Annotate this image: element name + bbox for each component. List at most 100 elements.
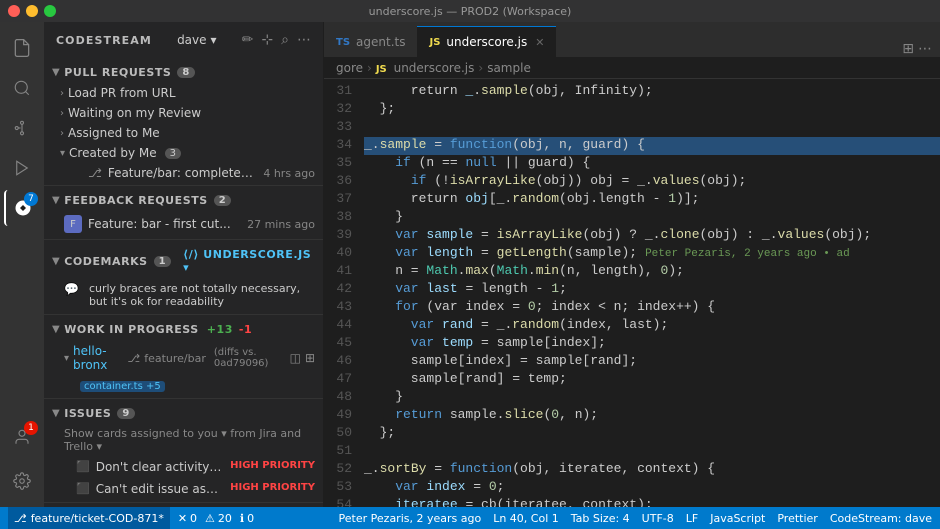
pull-requests-section[interactable]: ▼ PULL REQUESTS 8 — [44, 62, 323, 83]
line-number: 36 — [324, 173, 364, 191]
code-line: 49 return sample.slice(0, n); — [324, 407, 940, 425]
feedback-section[interactable]: ▼ FEEDBACK REQUESTS 2 — [44, 190, 323, 211]
pr-feature-time: 4 hrs ago — [263, 167, 315, 180]
code-line: 31 return _.sample(obj, Infinity); — [324, 83, 940, 101]
user-selector[interactable]: dave ▾ — [177, 33, 217, 47]
wip-action2[interactable]: ⊞ — [305, 351, 315, 365]
language-status[interactable]: JavaScript — [710, 512, 765, 525]
wip-section[interactable]: ▼ WORK IN PROGRESS +13 -1 — [44, 319, 323, 340]
issue-priority-2: HIGH PRIORITY — [230, 482, 315, 493]
issue-item-2[interactable]: ⬛ Can't edit issue assignees... HIGH PRI… — [44, 478, 323, 500]
code-line: 51 — [324, 443, 940, 461]
feedback-item-1[interactable]: F Feature: bar - first cut... 27 mins ag… — [44, 211, 323, 237]
codemarks-section[interactable]: ▼ CODEMARKS 1 ⟨/⟩ underscore.js ▾ — [44, 244, 323, 278]
search-icon[interactable] — [4, 70, 40, 106]
line-content: }; — [364, 101, 940, 119]
git-icon[interactable] — [4, 110, 40, 146]
git-branch-status[interactable]: ⎇ feature/ticket-COD-871* — [8, 507, 170, 529]
load-pr-label: Load PR from URL — [68, 86, 176, 100]
run-icon[interactable] — [4, 150, 40, 186]
branch-icon: ⎇ — [14, 512, 27, 525]
tab-agent-ts[interactable]: TS agent.ts — [324, 26, 417, 57]
wip-action1[interactable]: ◫ — [290, 351, 301, 365]
info-count: 0 — [247, 512, 254, 525]
feedback-time: 27 mins ago — [247, 218, 315, 231]
breadcrumb: gore › JS underscore.js › sample — [324, 57, 940, 79]
divider5 — [44, 502, 323, 503]
maximize-button[interactable] — [44, 5, 56, 17]
info-status[interactable]: ℹ 0 — [240, 512, 254, 525]
cursor-status[interactable]: Ln 40, Col 1 — [493, 512, 559, 525]
code-editor[interactable]: 31 return _.sample(obj, Infinity);32 };3… — [324, 79, 940, 507]
compose-icon[interactable]: ✏ — [242, 32, 254, 48]
wip-feature-branch: feature/bar — [144, 352, 206, 365]
author-status[interactable]: Peter Pezaris, 2 years ago — [339, 512, 482, 525]
code-line: 54 iteratee = cb(iteratee, context); — [324, 497, 940, 507]
load-pr-item[interactable]: › Load PR from URL — [44, 83, 323, 103]
sidebar: CODESTREAM dave ▾ ✏ ⊹ ⌕ ⋯ ▼ PULL REQUEST… — [44, 22, 324, 507]
search-icon2[interactable]: ⌕ — [281, 32, 289, 48]
eol-status[interactable]: LF — [686, 512, 698, 525]
comment-icon: 💬 — [64, 282, 79, 296]
line-content: if (n == null || guard) { — [364, 155, 940, 173]
tab-close-button[interactable]: ✕ — [535, 36, 544, 49]
errors-status[interactable]: ✕ 0 — [178, 512, 197, 525]
issues-section[interactable]: ▼ ISSUES 9 — [44, 403, 323, 424]
waiting-review-item[interactable]: › Waiting on my Review — [44, 103, 323, 123]
breadcrumb-file[interactable]: JS underscore.js — [376, 61, 475, 75]
close-button[interactable] — [8, 5, 20, 17]
wip-added: +13 — [207, 323, 233, 336]
code-line: 43 for (var index = 0; index < n; index+… — [324, 299, 940, 317]
code-line: 32 }; — [324, 101, 940, 119]
line-content: var index = 0; — [364, 479, 940, 497]
codestream-user: CodeStream: dave — [830, 512, 932, 525]
tab-underscore-js[interactable]: JS underscore.js ✕ — [417, 26, 556, 57]
issues-filter[interactable]: Show cards assigned to you ▾ from Jira a… — [44, 424, 323, 456]
breadcrumb-symbol[interactable]: sample — [487, 61, 531, 75]
line-number: 44 — [324, 317, 364, 335]
tab-size-status[interactable]: Tab Size: 4 — [571, 512, 630, 525]
wip-chevron2: ▾ — [64, 353, 69, 364]
line-content: } — [364, 209, 940, 227]
breadcrumb-root[interactable]: gore — [336, 61, 363, 75]
settings-icon[interactable] — [4, 463, 40, 499]
more-actions-icon[interactable]: ⋯ — [918, 41, 932, 57]
issue-text-1: Don't clear activity feed UMI badge when… — [96, 460, 224, 474]
pr-feature-item[interactable]: ⎇ Feature/bar: completed work #13 4 hrs … — [44, 163, 323, 183]
line-content — [364, 119, 940, 137]
code-line: 41 n = Math.max(Math.min(n, length), 0); — [324, 263, 940, 281]
line-number: 51 — [324, 443, 364, 461]
encoding-status[interactable]: UTF-8 — [642, 512, 674, 525]
branch-name: feature/ticket-COD-871* — [31, 512, 164, 525]
codestream-icon[interactable]: 7 — [4, 190, 40, 226]
filter-icon[interactable]: ⋯ — [297, 32, 311, 48]
split-editor-icon[interactable]: ⊞ — [902, 41, 914, 57]
chevron-icon3: › — [60, 128, 64, 139]
line-content: sample[index] = sample[rand]; — [364, 353, 940, 371]
line-content: var length = getLength(sample);Peter Pez… — [364, 245, 940, 263]
wip-item-1[interactable]: ▾ hello-bronx ⎇ feature/bar (diffs vs. 0… — [44, 340, 323, 376]
line-content: return _.sample(obj, Infinity); — [364, 83, 940, 101]
chevron-down-icon: ▾ — [211, 33, 217, 47]
issue-item-1[interactable]: ⬛ Don't clear activity feed UMI badge wh… — [44, 456, 323, 478]
user-name: dave — [177, 33, 206, 47]
codemark-item-1[interactable]: 💬 curly braces are not totally necessary… — [44, 278, 323, 312]
created-by-me-item[interactable]: ▾ Created by Me 3 — [44, 143, 323, 163]
line-number: 43 — [324, 299, 364, 317]
minimize-button[interactable] — [26, 5, 38, 17]
account-icon[interactable]: 1 — [4, 419, 40, 455]
issues-chevron: ▼ — [52, 408, 60, 419]
line-content: var last = length - 1; — [364, 281, 940, 299]
formatter-status[interactable]: Prettier — [777, 512, 817, 525]
assigned-to-me-item[interactable]: › Assigned to Me — [44, 123, 323, 143]
line-number: 32 — [324, 101, 364, 119]
issues-count: 9 — [117, 408, 135, 419]
pr-chevron: ▼ — [52, 67, 60, 78]
files-icon[interactable] — [4, 30, 40, 66]
warnings-status[interactable]: ⚠ 20 — [205, 512, 232, 525]
activity-icon2[interactable]: ⊹ — [261, 32, 273, 48]
sidebar-actions: ✏ ⊹ ⌕ ⋯ — [242, 32, 311, 48]
codestream-status[interactable]: CodeStream: dave — [830, 512, 932, 525]
sep1: › — [367, 61, 372, 75]
created-by-label: Created by Me — [69, 146, 157, 160]
